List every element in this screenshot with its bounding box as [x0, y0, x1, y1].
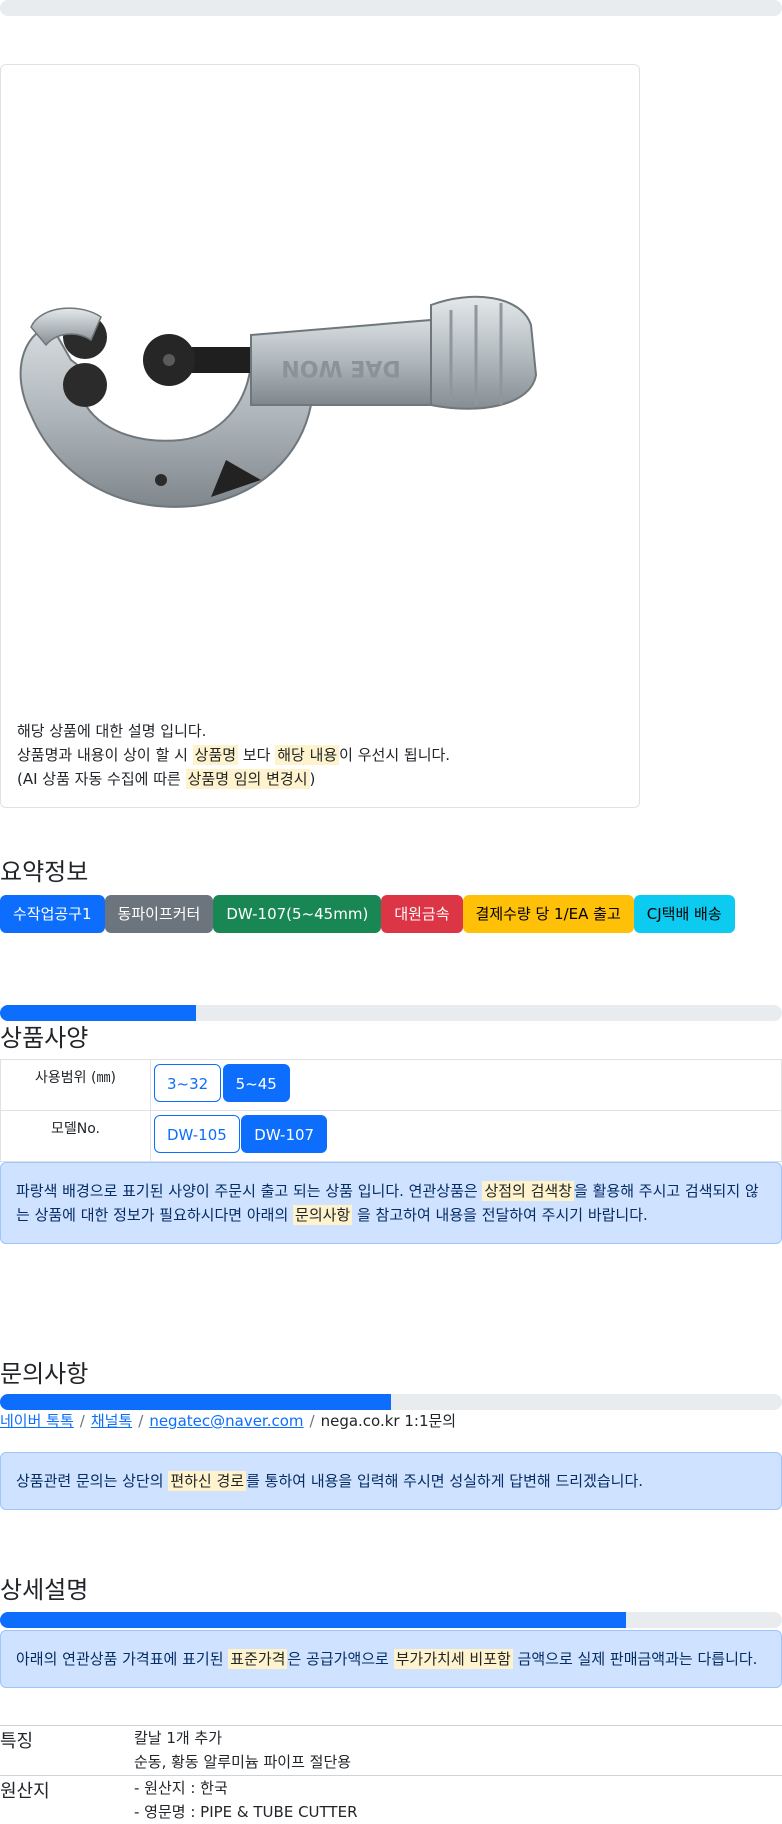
option-range-3-32[interactable]: 3~32 [154, 1064, 222, 1102]
option-range-5-45[interactable]: 5~45 [222, 1064, 290, 1102]
summary-badges: 수작업공구1 동파이프커터 DW-107(5~45mm) 대원금속 결제수량 당… [0, 895, 735, 933]
separator: / [138, 1412, 144, 1430]
separator: / [79, 1412, 85, 1430]
specs-notice: 파랑색 배경으로 표기된 사양이 주문시 출고 되는 상품 입니다. 연관상품은… [0, 1162, 782, 1244]
notice-text: 상품관련 문의는 상단의 [16, 1472, 169, 1490]
notice-text: 를 통하여 내용을 입력해 주시면 성실하게 답변해 드리겠습니다. [246, 1472, 644, 1490]
top-progress-bar [0, 0, 782, 16]
highlight-mark: 상품명 임의 변경시 [185, 769, 310, 789]
detail-notice: 아래의 연관상품 가격표에 표기된 표준가격 은 공급가액으로 부가가치세 비포함… [0, 1630, 782, 1688]
notice-text: 는 상품에 대한 정보가 필요하시다면 아래의 [16, 1206, 294, 1224]
summary-title: 요약정보 [0, 858, 89, 886]
highlight-mark: 해당 내용 [275, 745, 340, 765]
highlight-mark: 부가가치세 비포함 [393, 1649, 513, 1669]
notice-text: 금액으로 실제 판매금액과는 다릅니다. [512, 1650, 758, 1668]
badge-maker: 대원금속 [381, 895, 463, 933]
desc-text: 이 우선시 됩니다. [339, 746, 451, 764]
spec-options: 3~32 5~45 [150, 1059, 782, 1111]
desc-text: 상품명과 내용이 상이 할 시 [17, 746, 193, 764]
product-card: DAE WON 해당 상품에 대한 설명 입니다. 상품명과 내용이 상이 할 … [0, 64, 640, 808]
desc-line-3: (AI 상품 자동 수집에 따른 상품명 임의 변경시) [17, 767, 450, 791]
email-link[interactable]: negatec@naver.com [149, 1412, 303, 1430]
inquiry-progress-bar [0, 1394, 782, 1410]
badge-product-type: 동파이프커터 [104, 895, 214, 933]
origin-label: 원산지 [0, 1781, 50, 1802]
option-model-dw105[interactable]: DW-105 [154, 1115, 240, 1153]
specs-title: 상품사양 [0, 1024, 89, 1052]
naver-talk-link[interactable]: 네이버 톡톡 [0, 1412, 74, 1430]
option-model-dw107[interactable]: DW-107 [241, 1115, 328, 1153]
notice-line-2: 는 상품에 대한 정보가 필요하시다면 아래의 문의사항 을 참고하여 내용을 … [16, 1203, 766, 1227]
notice-text: 을 활용해 주시고 검색되지 않 [574, 1182, 759, 1200]
inquiry-progress-fill [0, 1394, 391, 1410]
origin-line: - 원산지 : 한국 [134, 1779, 228, 1797]
notice-text: 파랑색 배경으로 표기된 사양이 주문시 출고 되는 상품 입니다. 연관상품은 [16, 1182, 483, 1200]
spec-row-model: 모델No. DW-105 DW-107 [0, 1110, 782, 1162]
site-inquiry-text: nega.co.kr 1:1문의 [320, 1412, 457, 1430]
desc-line-2: 상품명과 내용이 상이 할 시 상품명 보다 해당 내용 이 우선시 됩니다. [17, 743, 450, 767]
desc-text: ) [309, 770, 316, 788]
feature-line: 칼날 1개 추가 [134, 1729, 223, 1747]
card-description: 해당 상품에 대한 설명 입니다. 상품명과 내용이 상이 할 시 상품명 보다… [17, 719, 450, 791]
badge-shipping: CJ택배 배송 [633, 895, 735, 933]
divider [0, 1775, 782, 1776]
spec-options: DW-105 DW-107 [150, 1110, 782, 1162]
spec-table: 사용범위 (㎜) 3~32 5~45 모델No. DW-105 DW-107 [0, 1059, 782, 1162]
spec-label: 사용범위 (㎜) [0, 1059, 151, 1111]
features-values: 칼날 1개 추가 순동, 황동 알루미늄 파이프 절단용 [134, 1726, 351, 1774]
badge-quantity: 결제수량 당 1/EA 출고 [462, 895, 634, 933]
desc-text: 보다 [238, 746, 276, 764]
highlight-mark: 상점의 검색창 [482, 1181, 575, 1201]
notice-text: 은 공급가액으로 [287, 1650, 394, 1668]
detail-title: 상세설명 [0, 1576, 89, 1604]
desc-text: (AI 상품 자동 수집에 따른 [17, 770, 186, 788]
channel-talk-link[interactable]: 채널톡 [91, 1412, 132, 1430]
highlight-mark: 상품명 [192, 745, 239, 765]
highlight-mark: 문의사항 [293, 1205, 353, 1225]
detail-progress-bar [0, 1612, 782, 1628]
contact-links: 네이버 톡톡 / 채널톡 / negatec@naver.com / nega.co.kr … [0, 1410, 456, 1431]
highlight-mark: 표준가격 [228, 1649, 288, 1669]
notice-line-1: 파랑색 배경으로 표기된 사양이 주문시 출고 되는 상품 입니다. 연관상품은… [16, 1179, 766, 1203]
origin-line: - 영문명 : PIPE & TUBE CUTTER [134, 1803, 358, 1821]
notice-text: 아래의 연관상품 가격표에 표기된 [16, 1650, 229, 1668]
separator: / [309, 1412, 315, 1430]
badge-category: 수작업공구1 [0, 895, 105, 933]
divider [0, 1725, 782, 1726]
notice-text: 을 참고하여 내용을 전달하여 주시기 바랍니다. [352, 1206, 648, 1224]
features-label: 특징 [0, 1731, 34, 1752]
feature-line: 순동, 황동 알루미늄 파이프 절단용 [134, 1753, 352, 1771]
spec-row-range: 사용범위 (㎜) 3~32 5~45 [0, 1059, 782, 1111]
pipe-cutter-image: DAE WON [19, 295, 538, 508]
highlight-mark: 편하신 경로 [168, 1471, 247, 1491]
spec-label: 모델No. [0, 1110, 151, 1162]
desc-line-1: 해당 상품에 대한 설명 입니다. [17, 722, 207, 740]
badge-model: DW-107(5~45mm) [213, 895, 382, 933]
origin-values: - 원산지 : 한국 - 영문명 : PIPE & TUBE CUTTER [134, 1776, 358, 1824]
brand-emboss-text: DAE WON [281, 355, 400, 380]
inquiry-notice: 상품관련 문의는 상단의 편하신 경로 를 통하여 내용을 입력해 주시면 성실하… [0, 1452, 782, 1510]
inquiry-title: 문의사항 [0, 1360, 89, 1388]
specs-progress-bar [0, 1005, 782, 1021]
detail-progress-fill [0, 1612, 626, 1628]
